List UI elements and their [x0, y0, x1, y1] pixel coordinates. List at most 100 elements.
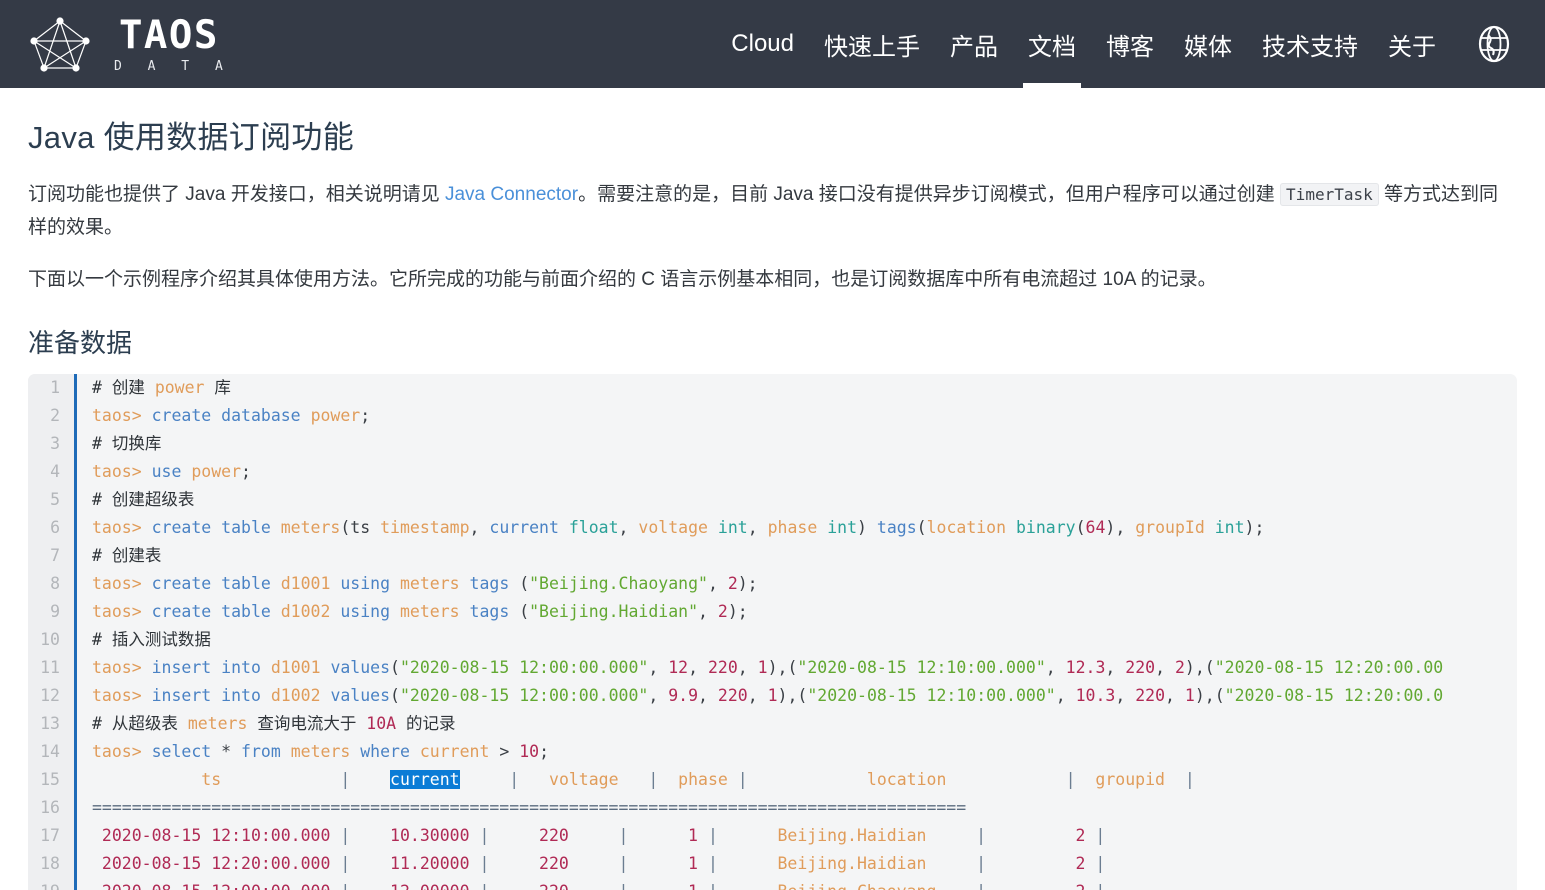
code-token: 220	[489, 854, 619, 874]
code-token: groupid	[1075, 770, 1185, 790]
code-token: (	[519, 602, 530, 622]
line-number: 13	[28, 710, 74, 739]
code-token: 的记录	[396, 714, 456, 734]
code-token: values	[330, 686, 391, 706]
nav-item-support[interactable]: 技术支持	[1247, 0, 1373, 88]
intro-paragraph-2: 下面以一个示例程序介绍其具体使用方法。它所完成的功能与前面介绍的 C 语言示例基…	[28, 269, 1217, 291]
code-block[interactable]: 1 # 创建 power 库 2 taos> create database powe…	[28, 374, 1517, 890]
code-token: 11.20000	[350, 854, 480, 874]
line-number: 4	[28, 458, 74, 487]
java-connector-link[interactable]: Java Connector	[445, 184, 578, 205]
line-number: 14	[28, 738, 74, 767]
page-title: Java 使用数据订阅功能	[28, 120, 354, 155]
selected-text[interactable]: current	[390, 770, 460, 790]
code-token: >	[499, 742, 520, 762]
nav-item-cloud[interactable]: Cloud	[716, 0, 809, 88]
code-token: 10.30000	[350, 826, 480, 846]
code-line: 12 taos> insert into d1002 values("2020-0…	[28, 682, 1517, 711]
code-token: |	[509, 770, 520, 790]
code-line: 14 taos> select * from meters where curre…	[28, 738, 1517, 767]
code-line: 8 taos> create table d1001 using meters t…	[28, 570, 1517, 599]
code-token: "2020-08-15 12:20:00.00	[1214, 658, 1444, 678]
code-token: 220	[717, 686, 748, 706]
code-line: 6 taos> create table meters(ts timestamp,…	[28, 514, 1517, 543]
code-token: # 创建表	[92, 546, 162, 566]
line-number: 16	[28, 794, 74, 823]
code-token: ,	[618, 518, 639, 538]
language-switcher-button[interactable]	[1473, 23, 1515, 65]
code-line-text: taos> create table meters(ts timestamp, …	[74, 514, 1517, 542]
line-number: 7	[28, 542, 74, 571]
code-token: taos>	[92, 658, 152, 678]
code-token: ,	[737, 658, 758, 678]
nav-item-docs[interactable]: 文档	[1013, 0, 1091, 88]
code-token: )	[857, 518, 877, 538]
code-token: |	[1184, 770, 1195, 790]
code-token: 2	[986, 854, 1096, 874]
code-token: |	[707, 826, 718, 846]
code-token: ),(	[777, 686, 808, 706]
code-token: taos>	[92, 742, 152, 762]
code-lines-container: 1 # 创建 power 库 2 taos> create database powe…	[28, 374, 1517, 890]
code-token: use	[151, 462, 192, 482]
code-line-text: ========================================…	[74, 794, 1517, 822]
code-token: "2020-08-15 12:00:00.000"	[399, 658, 649, 678]
nav-item-blog[interactable]: 博客	[1091, 0, 1169, 88]
code-token: ),(	[1184, 658, 1215, 678]
code-token: meters	[187, 714, 248, 734]
code-token: ,	[1055, 686, 1076, 706]
nav-item-products[interactable]: 产品	[935, 0, 1013, 88]
code-token: ;	[241, 462, 251, 482]
line-number: 5	[28, 486, 74, 515]
nav-item-quickstart[interactable]: 快速上手	[809, 0, 935, 88]
code-token: 1	[1184, 686, 1195, 706]
code-token: values	[330, 658, 391, 678]
code-token: location	[926, 518, 1016, 538]
code-token: |	[340, 770, 351, 790]
code-token: ,	[1105, 658, 1126, 678]
code-token: 1	[628, 882, 707, 890]
code-line-text: taos> insert into d1001 values("2020-08-…	[74, 654, 1517, 682]
line-number: 6	[28, 514, 74, 543]
code-token: ,	[688, 658, 708, 678]
code-line-text: taos> create database power;	[74, 402, 1517, 430]
code-token: ,	[648, 658, 669, 678]
code-token: "Beijing.Haidian"	[529, 602, 699, 622]
code-line: 1 # 创建 power 库	[28, 374, 1517, 403]
code-token: # 创建	[92, 378, 155, 398]
code-token: # 创建超级表	[92, 490, 195, 510]
nav-item-about[interactable]: 关于	[1373, 0, 1451, 88]
code-token: d1002	[270, 686, 331, 706]
code-token: 2	[727, 574, 738, 594]
code-line-text: # 插入测试数据	[74, 626, 1517, 654]
line-number: 2	[28, 402, 74, 431]
code-token: Beijing.Chaoyang	[718, 882, 976, 890]
code-token: create database	[151, 406, 311, 426]
line-number: 12	[28, 682, 74, 711]
code-line: 15 ts | current | voltage | phase | loca…	[28, 766, 1517, 795]
code-line: 16 ======================================…	[28, 794, 1517, 823]
nav-item-media[interactable]: 媒体	[1169, 0, 1247, 88]
code-token: create table	[151, 574, 281, 594]
code-token: d1001	[280, 574, 341, 594]
site-header: TAOS D A T A Cloud 快速上手 产品 文档 博客 媒体 技术支持…	[0, 0, 1545, 88]
code-token: |	[976, 882, 986, 890]
code-token: );	[1244, 518, 1265, 538]
code-token: 2	[986, 826, 1096, 846]
code-token: create table	[151, 602, 281, 622]
code-token: |	[340, 826, 351, 846]
code-line-text: 2020-08-15 12:00:00.000 | 12.00000 | 220…	[74, 878, 1517, 890]
line-number: 11	[28, 654, 74, 683]
code-token: 10.3	[1075, 686, 1116, 706]
code-token: 12.3	[1065, 658, 1106, 678]
code-token: d1002	[280, 602, 341, 622]
paragraph1-part2: 。需要注意的是，目前 Java 接口没有提供异步订阅模式，但用户程序可以通过创建	[578, 184, 1281, 205]
brand-logo[interactable]: TAOS D A T A	[28, 14, 232, 74]
code-line: 2 taos> create database power;	[28, 402, 1517, 431]
code-line-text: # 切换库	[74, 430, 1517, 458]
code-token: ,	[1155, 658, 1175, 678]
code-token: 查询电流大于	[247, 714, 367, 734]
code-token: 220	[707, 658, 738, 678]
code-token: 64	[1085, 518, 1106, 538]
